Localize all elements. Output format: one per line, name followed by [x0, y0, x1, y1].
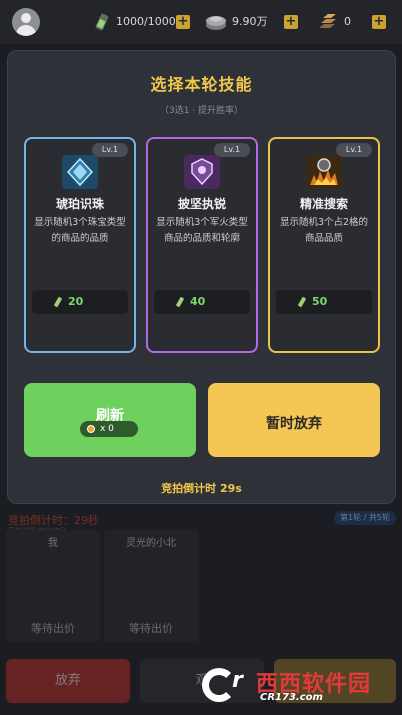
skill-cost: 40: [154, 290, 250, 314]
skill-cost-value: 50: [312, 295, 328, 308]
refresh-count: x 0: [100, 424, 114, 434]
skill-description: 显示随机3个珠宝类型的商品的品质: [34, 217, 126, 244]
skip-skill-button[interactable]: 暂时放弃: [208, 383, 380, 457]
refresh-count-pill: x 0: [80, 421, 138, 437]
skill-card-armored-edge[interactable]: Lv.1 披坚执锐 显示随机3个军火类型商品的品质和轮廓 40: [146, 137, 258, 353]
jewel-diamond-icon: [62, 155, 98, 189]
skip-skill-label: 暂时放弃: [266, 416, 322, 432]
stamina-vial-icon: [54, 297, 62, 307]
stamina-vial-icon: [298, 297, 306, 307]
skill-name: 精准搜索: [299, 197, 348, 211]
refresh-token-icon: [87, 425, 95, 433]
skill-level-badge: Lv.1: [336, 143, 372, 157]
skill-level-badge: Lv.1: [214, 143, 250, 157]
skill-cost: 50: [276, 290, 372, 314]
watermark-c-logo-icon: [202, 668, 236, 702]
gold-bar-value: 0: [344, 15, 351, 28]
skill-cost-value: 40: [190, 295, 206, 308]
watermark-site: CR173.com: [260, 692, 323, 703]
skill-cost-value: 20: [68, 295, 84, 308]
modal-subtitle: （3选1 · 提升胜率）: [159, 106, 244, 116]
stamina-vial-icon: [95, 13, 109, 31]
auction-countdown: 竞拍倒计时 29s: [161, 482, 242, 495]
coin-value: 9.90万: [232, 15, 268, 28]
flame-crest-icon: [306, 155, 342, 189]
skill-name: 披坚执锐: [177, 197, 226, 211]
gold-bar-icon: [319, 14, 336, 28]
shield-emblem-icon: [184, 155, 220, 189]
skill-card-amber-pearl[interactable]: Lv.1 琥珀识珠 显示随机3个珠宝类型的商品的品质 20: [24, 137, 136, 353]
skill-name: 琥珀识珠: [55, 197, 104, 211]
add-gold-bar-button[interactable]: +: [372, 15, 386, 29]
avatar[interactable]: [12, 8, 40, 36]
avatar-body-shape: [16, 25, 36, 36]
stamina-vial-icon: [176, 297, 184, 307]
top-status-bar: 1000/1000 + 9.90万 + 0 +: [0, 0, 402, 44]
gold-bar-resource: 0 +: [316, 12, 396, 32]
skill-description: 显示随机3个军火类型商品的品质和轮廓: [156, 217, 248, 244]
add-stamina-button[interactable]: +: [176, 15, 190, 29]
coin-resource: 9.90万 +: [204, 12, 302, 32]
skill-description: 显示随机3个占2格的商品品质: [279, 217, 369, 244]
coin-stack-icon: [206, 16, 226, 30]
stamina-resource: 1000/1000 +: [92, 12, 194, 32]
site-watermark: r 西西软件园 CR173.com: [198, 660, 388, 710]
skill-card-precise-search[interactable]: Lv.1 精准搜索 显示随机3个占2格的商品品质 50: [268, 137, 380, 353]
avatar-head-shape: [21, 13, 31, 23]
modal-title: 选择本轮技能: [150, 75, 253, 94]
stamina-value: 1000/1000: [116, 15, 176, 28]
refresh-skills-button[interactable]: 刷新 x 0: [24, 383, 196, 457]
skill-level-badge: Lv.1: [92, 143, 128, 157]
skill-select-modal: 选择本轮技能 （3选1 · 提升胜率） Lv.1 琥珀识珠 显示随机3个珠宝类型…: [7, 50, 396, 504]
skill-cost: 20: [32, 290, 128, 314]
add-coin-button[interactable]: +: [284, 15, 298, 29]
